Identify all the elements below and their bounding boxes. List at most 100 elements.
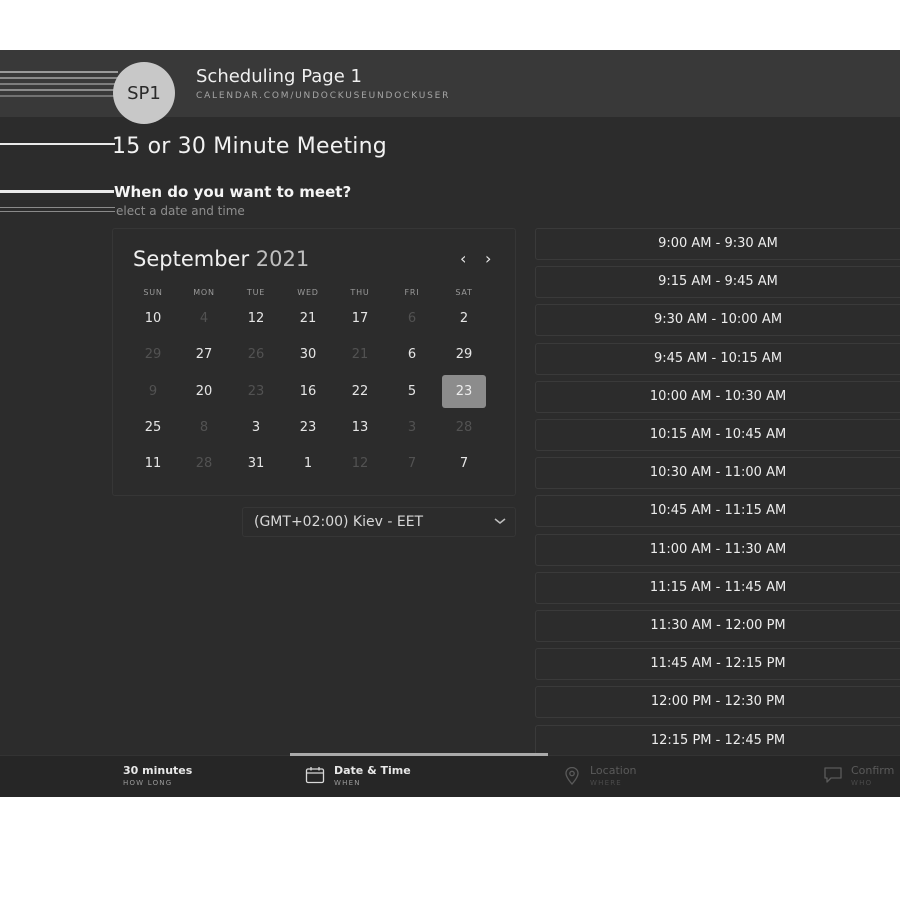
time-slot-label: 10:15 AM - 10:45 AM	[649, 427, 787, 442]
wizard-steps: 30 minutes HOW LONG Date & Time WHEN Loc…	[0, 753, 900, 797]
decorative-rule	[0, 207, 115, 208]
step-date-time[interactable]: Date & Time WHEN	[334, 764, 411, 787]
calendar-day[interactable]: 22	[338, 375, 382, 408]
step-location[interactable]: Location WHERE	[590, 764, 637, 787]
calendar-day[interactable]: 29	[442, 338, 486, 371]
step-duration[interactable]: 30 minutes HOW LONG	[123, 764, 192, 787]
weekday-label: SAT	[455, 288, 473, 297]
calendar-day[interactable]: 1	[286, 447, 330, 480]
calendar: September 2021 ‹ › SUN MON TUE WED THU FRI SAT…	[112, 228, 516, 496]
time-slot-label: 10:30 AM - 11:00 AM	[649, 465, 787, 481]
weekday-label: FRI	[404, 288, 420, 297]
calendar-day[interactable]: 20	[182, 375, 226, 408]
header-bar: SP1 Scheduling Page 1 CALENDAR.COM/UNDOC…	[0, 50, 900, 124]
question-heading: When do you want to meet?	[114, 183, 352, 201]
time-slot-label: 12:00 PM - 12:30 PM	[650, 694, 786, 710]
calendar-day: 4	[199, 311, 209, 326]
weekday-label: WED	[297, 288, 319, 297]
time-slot-button[interactable]: 10:45 AM - 11:15 AM	[535, 495, 900, 528]
timezone-value: (GMT+02:00) Kiev - EET	[254, 514, 424, 530]
calendar-day[interactable]: 17	[338, 302, 382, 335]
step-confirm[interactable]: Confirm WHO	[851, 764, 894, 787]
calendar-day[interactable]: 30	[286, 338, 330, 371]
step-duration-sub: HOW LONG	[123, 779, 173, 787]
time-slot-button[interactable]: 9:30 AM - 10:00 AM	[535, 304, 900, 337]
step-date-time-label: Date & Time	[334, 764, 411, 777]
time-slot-label: 10:45 AM - 11:15 AM	[649, 503, 787, 519]
decorative-streak	[0, 83, 118, 85]
calendar-day[interactable]: 23	[286, 411, 330, 444]
time-slot-button[interactable]: 11:45 AM - 12:15 PM	[535, 648, 900, 681]
month-year-label: September 2021	[133, 247, 309, 271]
timezone-select[interactable]: (GMT+02:00) Kiev - EET	[242, 507, 516, 537]
time-slot-button[interactable]: 10:30 AM - 11:00 AM	[535, 457, 900, 490]
calendar-day[interactable]: 6	[390, 338, 434, 371]
calendar-day: 29	[144, 347, 162, 362]
calendar-day[interactable]: 27	[182, 338, 226, 371]
calendar-day-selected[interactable]: 23	[442, 375, 486, 408]
calendar-day[interactable]: 11	[131, 447, 175, 480]
calendar-day: 8	[199, 420, 209, 435]
time-slot-label: 11:30 AM - 12:00 PM	[650, 618, 786, 633]
active-step-indicator	[290, 753, 548, 756]
time-slot-label: 9:45 AM - 10:15 AM	[653, 350, 783, 366]
time-slot-label: 11:00 AM - 11:30 AM	[649, 541, 787, 557]
time-slot-label: 9:00 AM - 9:30 AM	[658, 236, 778, 251]
time-slot-button[interactable]: 12:15 PM - 12:45 PM	[535, 724, 900, 757]
chevron-down-icon	[494, 518, 506, 524]
calendar-day[interactable]: 21	[286, 302, 330, 335]
calendar-day: 28	[455, 420, 473, 435]
calendar-day[interactable]: 7	[442, 447, 486, 480]
chat-icon	[824, 767, 842, 783]
step-duration-label: 30 minutes	[123, 764, 193, 777]
calendar-day[interactable]: 3	[234, 411, 278, 444]
calendar-day: 28	[195, 456, 213, 471]
calendar-day[interactable]: 5	[390, 375, 434, 408]
scheduling-app: SP1 Scheduling Page 1 CALENDAR.COM/UNDOC…	[0, 50, 900, 797]
location-pin-icon	[565, 766, 579, 785]
time-slot-button[interactable]: 9:45 AM - 10:15 AM	[535, 342, 900, 375]
time-slot-button[interactable]: 9:00 AM - 9:30 AM	[535, 228, 900, 260]
calendar-day: 3	[407, 420, 417, 435]
chevron-right-icon[interactable]: ›	[485, 249, 491, 268]
decorative-streak	[0, 71, 118, 73]
decorative-rule	[0, 211, 115, 212]
calendar-day[interactable]: 31	[234, 447, 278, 480]
time-slot-button[interactable]: 12:00 PM - 12:30 PM	[535, 686, 900, 719]
weekday-label: TUE	[246, 288, 266, 297]
time-slot-label: 9:30 AM - 10:00 AM	[653, 312, 783, 328]
time-slot-label: 9:15 AM - 9:45 AM	[658, 274, 778, 290]
time-slot-button[interactable]: 11:30 AM - 12:00 PM	[535, 610, 900, 642]
calendar-day: 9	[148, 384, 158, 399]
time-slot-label: 10:00 AM - 10:30 AM	[649, 388, 787, 404]
weekday-label: MON	[193, 288, 215, 297]
calendar-day: 12	[351, 456, 369, 471]
calendar-day[interactable]: 25	[131, 411, 175, 444]
calendar-day[interactable]: 10	[131, 302, 175, 335]
step-location-sub: WHERE	[590, 779, 622, 787]
page-url[interactable]: CALENDAR.COM/UNDOCKUSEUNDOCKUSER	[196, 91, 450, 101]
step-date-time-sub: WHEN	[334, 779, 361, 787]
step-location-label: Location	[590, 764, 637, 777]
calendar-day[interactable]: 2	[442, 302, 486, 335]
calendar-day[interactable]: 12	[234, 302, 278, 335]
weekday-label: THU	[350, 288, 370, 297]
calendar-day[interactable]: 16	[286, 375, 330, 408]
time-slot-button[interactable]: 10:00 AM - 10:30 AM	[535, 380, 900, 413]
time-slot-button[interactable]: 9:15 AM - 9:45 AM	[535, 266, 900, 299]
time-slot-button[interactable]: 11:00 AM - 11:30 AM	[535, 533, 900, 566]
calendar-day: 7	[407, 456, 417, 471]
calendar-day: 23	[247, 384, 265, 399]
calendar-day: 21	[351, 347, 369, 362]
calendar-day: 6	[407, 311, 417, 326]
weekday-label: SUN	[143, 288, 163, 297]
decorative-streak	[0, 77, 118, 79]
question-subtext: elect a date and time	[116, 204, 245, 218]
calendar-day: 26	[247, 347, 265, 362]
time-slot-button[interactable]: 10:15 AM - 10:45 AM	[535, 419, 900, 451]
chevron-left-icon[interactable]: ‹	[460, 249, 466, 268]
time-slot-label: 12:15 PM - 12:45 PM	[650, 732, 786, 748]
calendar-day[interactable]: 13	[338, 411, 382, 444]
time-slot-button[interactable]: 11:15 AM - 11:45 AM	[535, 571, 900, 604]
calendar-icon	[305, 767, 325, 784]
